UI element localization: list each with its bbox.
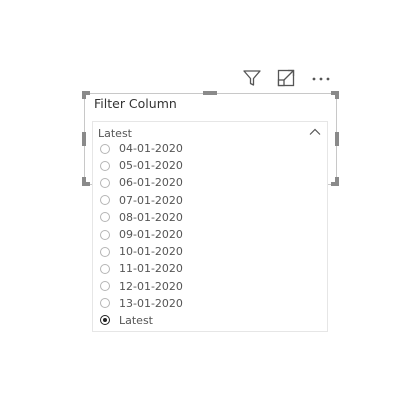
resize-handle-right[interactable] [335, 132, 339, 146]
list-item-label: 11-01-2020 [119, 262, 183, 276]
list-item[interactable]: 08-01-2020 [93, 209, 327, 226]
list-item[interactable]: 10-01-2020 [93, 243, 327, 260]
resize-handle-bottom-right[interactable] [335, 177, 339, 186]
list-item-label: 07-01-2020 [119, 193, 183, 207]
radio-checked-icon[interactable] [100, 315, 110, 326]
list-item[interactable]: 05-01-2020 [93, 157, 327, 174]
radio-unchecked-icon[interactable] [100, 263, 110, 274]
list-item[interactable]: 12-01-2020 [93, 278, 327, 295]
resize-handle-top[interactable] [203, 91, 217, 95]
radio-unchecked-icon[interactable] [100, 229, 110, 240]
dropdown-selected-value: Latest [98, 127, 132, 140]
list-item[interactable]: 11-01-2020 [93, 260, 327, 277]
list-item[interactable]: 09-01-2020 [93, 226, 327, 243]
list-item-label: 13-01-2020 [119, 296, 183, 310]
list-item-label: 12-01-2020 [119, 279, 183, 293]
list-item[interactable]: 04-01-2020 [93, 143, 327, 157]
resize-handle-left[interactable] [82, 132, 86, 146]
list-item-label: 09-01-2020 [119, 228, 183, 242]
radio-unchecked-icon[interactable] [100, 160, 110, 171]
radio-unchecked-icon[interactable] [100, 246, 110, 257]
more-options-icon[interactable] [309, 66, 333, 90]
list-item-label: 06-01-2020 [119, 176, 183, 190]
radio-unchecked-icon[interactable] [100, 177, 110, 188]
list-item-label: 05-01-2020 [119, 159, 183, 173]
list-item[interactable]: 06-01-2020 [93, 174, 327, 191]
radio-unchecked-icon[interactable] [100, 195, 110, 206]
slicer-dropdown[interactable]: Latest [92, 121, 328, 144]
focus-mode-icon[interactable] [274, 66, 298, 90]
radio-unchecked-icon[interactable] [100, 212, 110, 223]
list-item-label: Latest [119, 313, 153, 327]
radio-unchecked-icon[interactable] [100, 281, 110, 292]
slicer-options-list[interactable]: 04-01-2020 05-01-2020 06-01-2020 07-01-2020… [92, 143, 328, 332]
filter-icon[interactable] [240, 66, 264, 90]
resize-handle-top-left[interactable] [82, 91, 86, 99]
chevron-up-icon[interactable] [308, 125, 322, 139]
list-item-label: 04-01-2020 [119, 143, 183, 156]
visual-title: Filter Column [94, 96, 177, 111]
resize-handle-bottom-left[interactable] [82, 177, 86, 186]
resize-handle-top-right[interactable] [335, 91, 339, 99]
list-item[interactable]: 13-01-2020 [93, 295, 327, 312]
radio-unchecked-icon[interactable] [100, 298, 110, 309]
list-item[interactable]: Latest [93, 312, 327, 329]
list-item-label: 08-01-2020 [119, 210, 183, 224]
list-item[interactable]: 07-01-2020 [93, 192, 327, 209]
radio-unchecked-icon[interactable] [100, 143, 110, 154]
list-item-label: 10-01-2020 [119, 245, 183, 259]
